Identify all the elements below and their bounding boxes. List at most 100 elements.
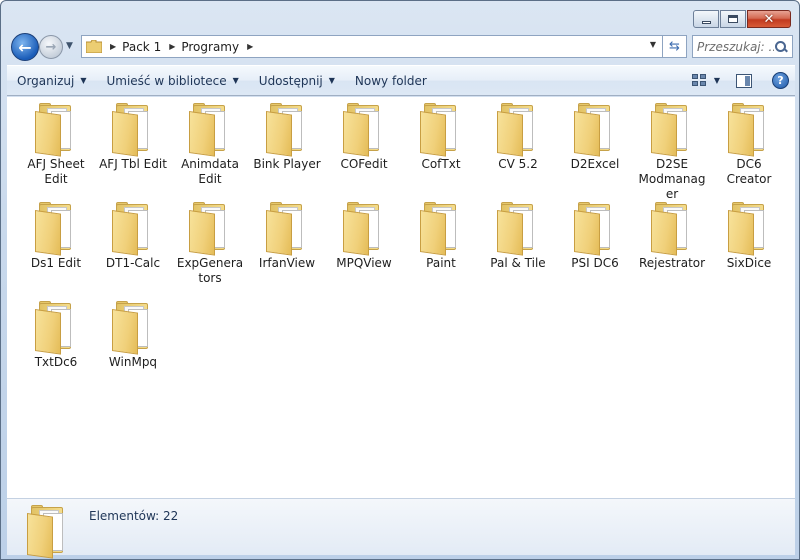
folder-label: TxtDc6 [34, 355, 78, 369]
folder-label: Paint [426, 256, 456, 270]
folder-item[interactable]: Bink Player [252, 103, 322, 172]
folder-icon [266, 202, 308, 256]
navigation-bar: ← → ▼ ▶ Pack 1 ▶ Programy ▶ ▼ ⇆ Przeszuk… [9, 33, 793, 61]
search-placeholder: Przeszukaj: ... [697, 39, 774, 54]
folder-item[interactable]: SixDice [714, 202, 784, 271]
item-count-text: Elementów: 22 [89, 509, 179, 523]
folder-label: AFJ Sheet Edit [27, 157, 85, 186]
folder-item[interactable]: D2Excel [560, 103, 630, 172]
breadcrumb-separator-icon[interactable]: ▶ [247, 42, 253, 51]
refresh-icon: ⇆ [669, 39, 680, 54]
details-pane: Elementów: 22 [7, 498, 795, 559]
folder-item[interactable]: D2SE Modmanager [637, 103, 707, 202]
new-folder-button[interactable]: Nowy folder [345, 66, 437, 95]
folder-item[interactable]: DC6 Creator [714, 103, 784, 187]
change-view-icon[interactable] [691, 73, 708, 88]
chevron-down-icon: ▼ [232, 76, 239, 85]
back-button[interactable]: ← [11, 33, 39, 61]
breadcrumb-programy[interactable]: Programy [181, 40, 239, 54]
help-icon[interactable]: ? [772, 72, 789, 89]
address-dropdown-icon[interactable]: ▼ [646, 40, 660, 49]
folder-item[interactable]: Paint [406, 202, 476, 271]
folder-label: MPQView [336, 256, 392, 270]
preview-pane-icon[interactable] [736, 73, 752, 88]
folder-item[interactable]: Pal & Tile [483, 202, 553, 271]
folder-label: CofTxt [421, 157, 461, 171]
folder-icon [574, 103, 616, 157]
folder-label: Pal & Tile [490, 256, 546, 270]
folder-label: PSI DC6 [571, 256, 619, 270]
breadcrumb-separator-icon[interactable]: ▶ [110, 42, 116, 51]
folder-item[interactable]: Animdata Edit [175, 103, 245, 187]
folder-icon [189, 103, 231, 157]
folder-item[interactable]: IrfanView [252, 202, 322, 271]
address-bar[interactable]: ▶ Pack 1 ▶ Programy ▶ ▼ [81, 35, 663, 58]
close-button[interactable]: ✕ [747, 10, 791, 28]
forward-button[interactable]: → [39, 35, 63, 59]
folder-label: D2Excel [570, 157, 620, 171]
folder-label: Rejestrator [638, 256, 706, 270]
folder-item[interactable]: ExpGenerators [175, 202, 245, 286]
new-folder-label: Nowy folder [354, 73, 427, 88]
folder-label: IrfanView [258, 256, 316, 270]
folder-icon [266, 103, 308, 157]
folder-icon [343, 202, 385, 256]
folder-item[interactable]: CofTxt [406, 103, 476, 172]
search-icon[interactable] [774, 40, 788, 54]
explorer-window: ✕ ← → ▼ ▶ Pack 1 ▶ Programy ▶ ▼ ⇆ Przesz… [0, 0, 800, 560]
organize-menu-button[interactable]: Organizuj ▼ [7, 66, 96, 95]
folder-icon [420, 103, 462, 157]
folder-icon [35, 301, 77, 355]
folder-label: DC6 Creator [726, 157, 772, 186]
folder-icon [728, 103, 770, 157]
folder-icon [651, 103, 693, 157]
folder-label: Ds1 Edit [30, 256, 82, 270]
folder-icon [189, 202, 231, 256]
recent-pages-dropdown[interactable]: ▼ [66, 41, 73, 51]
folder-icon [35, 202, 77, 256]
folder-item[interactable]: MPQView [329, 202, 399, 271]
folder-label: WinMpq [108, 355, 158, 369]
view-options-dropdown-icon[interactable]: ▼ [714, 76, 720, 85]
folder-label: SixDice [726, 256, 772, 270]
details-folder-icon [27, 505, 63, 559]
forward-arrow-icon: → [45, 39, 57, 55]
file-list-pane[interactable]: AFJ Sheet Edit AFJ Tbl Edit Animdata Edit B… [7, 97, 795, 498]
search-input[interactable]: Przeszukaj: ... [692, 35, 793, 58]
folder-item[interactable]: AFJ Sheet Edit [21, 103, 91, 187]
folder-label: D2SE Modmanager [638, 157, 706, 201]
share-menu-button[interactable]: Udostępnij ▼ [249, 66, 345, 95]
refresh-button[interactable]: ⇆ [663, 35, 687, 58]
breadcrumb-pack1[interactable]: Pack 1 [122, 40, 161, 54]
folder-item[interactable]: Rejestrator [637, 202, 707, 271]
breadcrumb-separator-icon[interactable]: ▶ [169, 42, 175, 51]
folder-item[interactable]: COFedit [329, 103, 399, 172]
folder-icon [728, 202, 770, 256]
folder-icon [343, 103, 385, 157]
folder-icon [497, 103, 539, 157]
folder-label: COFedit [340, 157, 388, 171]
folder-item[interactable]: PSI DC6 [560, 202, 630, 271]
folder-icon [420, 202, 462, 256]
include-in-library-button[interactable]: Umieść w bibliotece ▼ [96, 66, 248, 95]
folder-label: AFJ Tbl Edit [99, 157, 167, 171]
folder-item[interactable]: Ds1 Edit [21, 202, 91, 271]
caption-buttons: ✕ [692, 10, 791, 28]
folder-icon [112, 202, 154, 256]
folder-item[interactable]: WinMpq [98, 301, 168, 370]
close-icon: ✕ [763, 11, 775, 27]
folder-item[interactable]: TxtDc6 [21, 301, 91, 370]
chevron-down-icon: ▼ [328, 76, 335, 85]
folder-item[interactable]: CV 5.2 [483, 103, 553, 172]
maximize-button[interactable] [720, 10, 746, 28]
folder-icon [112, 301, 154, 355]
include-library-label: Umieść w bibliotece [106, 73, 227, 88]
maximize-icon [728, 15, 738, 23]
folder-icon [85, 39, 103, 54]
folder-label: Bink Player [253, 157, 321, 171]
folder-item[interactable]: DT1-Calc [98, 202, 168, 271]
folder-item[interactable]: AFJ Tbl Edit [98, 103, 168, 172]
minimize-button[interactable] [693, 10, 719, 28]
folder-icon [35, 103, 77, 157]
organize-label: Organizuj [17, 73, 75, 88]
